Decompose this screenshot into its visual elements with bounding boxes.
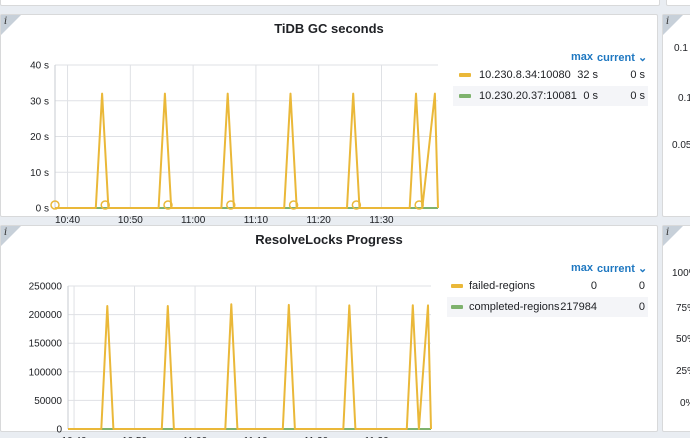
chevron-down-icon: ⌄ xyxy=(637,52,648,64)
chevron-down-icon: ⌄ xyxy=(637,263,648,275)
panel-resolvelocks-progress: i ResolveLocks Progress 0 50000 100000 1500… xyxy=(0,225,658,438)
y-tick-label: 150000 xyxy=(29,339,63,350)
legend-series-max: 217984 xyxy=(560,301,597,313)
legend-series-max: 32 s xyxy=(577,69,598,81)
axis-tick-label: 0.05 xyxy=(672,140,690,151)
y-tick-label: 200000 xyxy=(29,310,63,321)
axis-tick-label: 0.1 xyxy=(678,93,690,104)
axis-tick-label: 50% xyxy=(676,334,690,345)
legend-series-name: failed-regions xyxy=(469,280,536,292)
y-tick-label: 30 s xyxy=(30,96,49,107)
legend-series-max: 0 xyxy=(590,280,597,292)
legend-series-current: 0 s xyxy=(630,69,645,81)
panel-above-strip xyxy=(0,0,660,6)
legend-item[interactable]: 10.230.8.34:10080 32 s 0 s xyxy=(453,65,648,85)
axis-tick-label: 25% xyxy=(676,366,690,377)
y-tick-label: 250000 xyxy=(29,282,63,293)
series-swatch xyxy=(451,284,463,288)
info-icon[interactable]: i xyxy=(666,227,669,238)
y-tick-label: 40 s xyxy=(30,61,49,72)
series-swatch xyxy=(459,73,471,77)
legend-header-max[interactable]: max xyxy=(571,51,593,63)
legend-item[interactable]: failed-regions 0 0 xyxy=(447,276,648,296)
legend-series-name: 10.230.8.34:10080 xyxy=(479,69,571,81)
y-tick-label: 0 xyxy=(56,425,62,436)
series-swatch xyxy=(451,305,463,309)
axis-tick-label: 100% xyxy=(672,268,690,279)
legend-series-max: 0 s xyxy=(583,90,598,102)
chart-resolvelocks-progress: 05000010000015000020000025000010:4010:50… xyxy=(29,282,432,438)
axis-tick-label: 0.1 xyxy=(674,43,688,54)
legend-item[interactable]: 10.230.20.37:10081 0 s 0 s xyxy=(453,86,648,106)
panel-right-top-partial: i 0.1 0.1 0.05 xyxy=(662,14,690,217)
panel-right-bottom-partial: i 100% 75% 50% 25% 0% xyxy=(662,225,690,432)
legend-series-current: 0 s xyxy=(630,90,645,102)
legend-header-current[interactable]: current ⌄ xyxy=(597,51,647,64)
y-tick-label: 0 s xyxy=(36,204,49,215)
legend-item[interactable]: completed-regions 217984 0 xyxy=(447,297,648,317)
panel-tidb-gc-seconds: i TiDB GC seconds 0 s 10 s 20 s 30 s 40 s 10:… xyxy=(0,14,658,226)
panel-title[interactable]: ResolveLocks Progress xyxy=(1,232,657,247)
y-tick-label: 10 s xyxy=(30,168,49,179)
chart-tidb-gc-seconds: 0 s10 s20 s30 s40 s10:40 10:50 11:00 11:10 1… xyxy=(30,61,439,226)
y-tick-label: 20 s xyxy=(30,132,49,143)
legend-header-current[interactable]: current ⌄ xyxy=(597,262,647,275)
legend-series-name: completed-regions xyxy=(469,301,560,313)
panel-title[interactable]: TiDB GC seconds xyxy=(1,21,657,36)
axis-tick-label: 0% xyxy=(680,398,690,409)
y-tick-label: 50000 xyxy=(34,396,62,407)
info-icon[interactable]: i xyxy=(666,16,669,27)
legend-series-current: 0 xyxy=(638,301,645,313)
series-line xyxy=(55,92,439,209)
legend-series-current: 0 xyxy=(638,280,645,292)
y-tick-label: 100000 xyxy=(29,367,63,378)
series-swatch xyxy=(459,94,471,98)
panel-above-right-strip xyxy=(666,0,690,6)
legend-header-max[interactable]: max xyxy=(571,262,593,274)
axis-tick-label: 75% xyxy=(676,303,690,314)
